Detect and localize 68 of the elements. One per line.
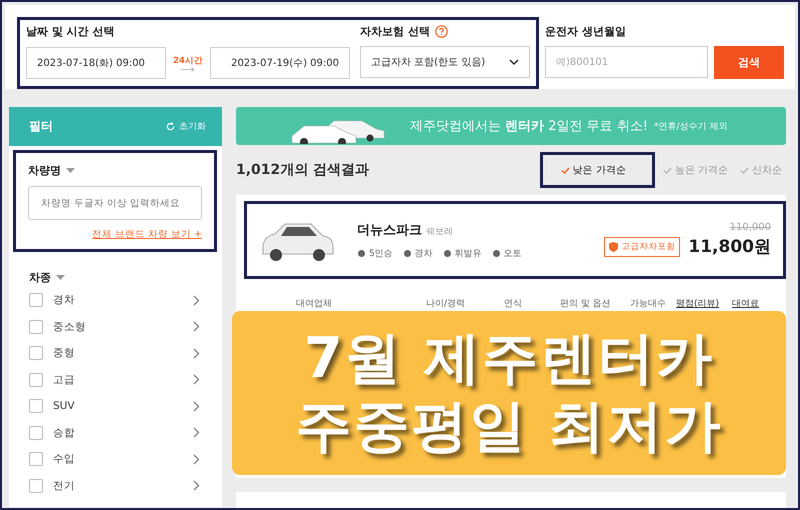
birthdate-field[interactable]: 예)800101 — [545, 46, 708, 78]
car-type-option[interactable]: 전기 — [53, 478, 183, 493]
caret-icon — [66, 168, 75, 173]
checkbox[interactable] — [29, 478, 43, 493]
date-label: 날짜 및 시간 선택 — [26, 24, 116, 39]
checkbox[interactable] — [29, 320, 43, 334]
pickup-date-field[interactable]: 2023-07-18(화) 09:00 — [26, 47, 166, 79]
insurance-badge: 고급자차포함 — [604, 236, 680, 256]
chevron-right-icon[interactable] — [193, 400, 200, 412]
car-type-option[interactable]: 중소형 — [53, 320, 183, 334]
car-type-option[interactable]: 고급 — [53, 372, 183, 387]
checkbox[interactable] — [29, 293, 43, 308]
banner-note: *연휴/성수기 제외 — [654, 120, 728, 132]
car-type-option[interactable]: SUV — [53, 400, 183, 412]
car-spec: 5인승 — [369, 248, 393, 260]
overlay-title: 주중평일 최저가 — [295, 396, 723, 458]
car-name-label: 차량명 — [28, 163, 61, 178]
car-name: 더뉴스파크 — [357, 222, 422, 238]
checkbox[interactable] — [29, 346, 43, 360]
car-type-label: 차종 — [29, 270, 51, 285]
column-header[interactable]: 연식 — [504, 297, 560, 310]
checkbox[interactable] — [29, 399, 43, 414]
car-card[interactable]: 더뉴스파크 쉐보레 5인승 경차 휘발유 오토 110,000 고급자차포함 11,800원 — [244, 201, 786, 279]
insurance-dropdown[interactable]: 고급자차 포함(한도 있음) — [360, 46, 530, 78]
checkbox[interactable] — [29, 452, 43, 466]
column-header[interactable]: 편의 및 옵션 — [560, 297, 630, 310]
car-spec: 경차 — [414, 248, 433, 260]
overlay-title: 7월 제주렌터카 — [304, 328, 714, 390]
car-spec: 휘발유 — [454, 248, 482, 260]
column-header[interactable]: 대여료 — [732, 297, 759, 310]
chevron-right-icon[interactable] — [193, 454, 200, 465]
check-icon — [560, 166, 570, 174]
chevron-right-icon[interactable] — [193, 374, 200, 386]
car-price: 11,800원 — [688, 236, 771, 258]
shield-icon — [609, 242, 618, 252]
column-header[interactable]: 평점(리뷰) — [676, 297, 732, 310]
check-icon — [662, 166, 672, 174]
chevron-right-icon[interactable] — [193, 294, 200, 306]
filter-title: 필터 — [29, 118, 53, 135]
banner-text: 제주닷컴에서는 렌터카 2일전 무료 취소! — [410, 118, 648, 135]
return-date-field[interactable]: 2023-07-19(수) 09:00 — [210, 47, 350, 79]
car-name-field[interactable]: 차량명 두글자 이상 입력하세요 — [28, 186, 202, 220]
column-header[interactable]: 가능대수 — [630, 297, 676, 310]
chevron-right-icon[interactable] — [193, 321, 200, 332]
car-type-option[interactable]: 중형 — [53, 346, 183, 360]
chevron-down-icon — [509, 58, 519, 66]
checkbox[interactable] — [29, 426, 43, 440]
checkbox[interactable] — [29, 372, 43, 387]
chevron-right-icon[interactable] — [193, 480, 200, 492]
car-brand: 쉐보레 — [426, 226, 453, 238]
column-header[interactable]: 나이/경력 — [426, 297, 504, 310]
chevron-right-icon[interactable] — [193, 427, 200, 438]
car-type-option[interactable]: 경차 — [53, 293, 183, 308]
check-icon — [740, 166, 749, 174]
chevron-right-icon[interactable] — [193, 348, 200, 359]
results-count: 1,012개의 검색결과 — [236, 161, 370, 179]
refresh-icon — [166, 122, 175, 131]
insurance-label: 자차보험 선택 — [360, 24, 430, 39]
column-header[interactable]: 대여업체 — [296, 297, 426, 310]
car-spec: 오토 — [504, 248, 522, 260]
birth-label: 운전자 생년월일 — [545, 24, 627, 39]
help-icon[interactable] — [434, 25, 448, 38]
original-price: 110,000 — [730, 222, 771, 233]
car-type-option[interactable]: 수입 — [53, 452, 183, 466]
car-type-option[interactable]: 승합 — [53, 426, 183, 440]
sort-option[interactable]: 낮은 가격순 — [540, 152, 655, 188]
caret-icon — [56, 275, 65, 280]
arrow-right-icon — [181, 66, 195, 72]
